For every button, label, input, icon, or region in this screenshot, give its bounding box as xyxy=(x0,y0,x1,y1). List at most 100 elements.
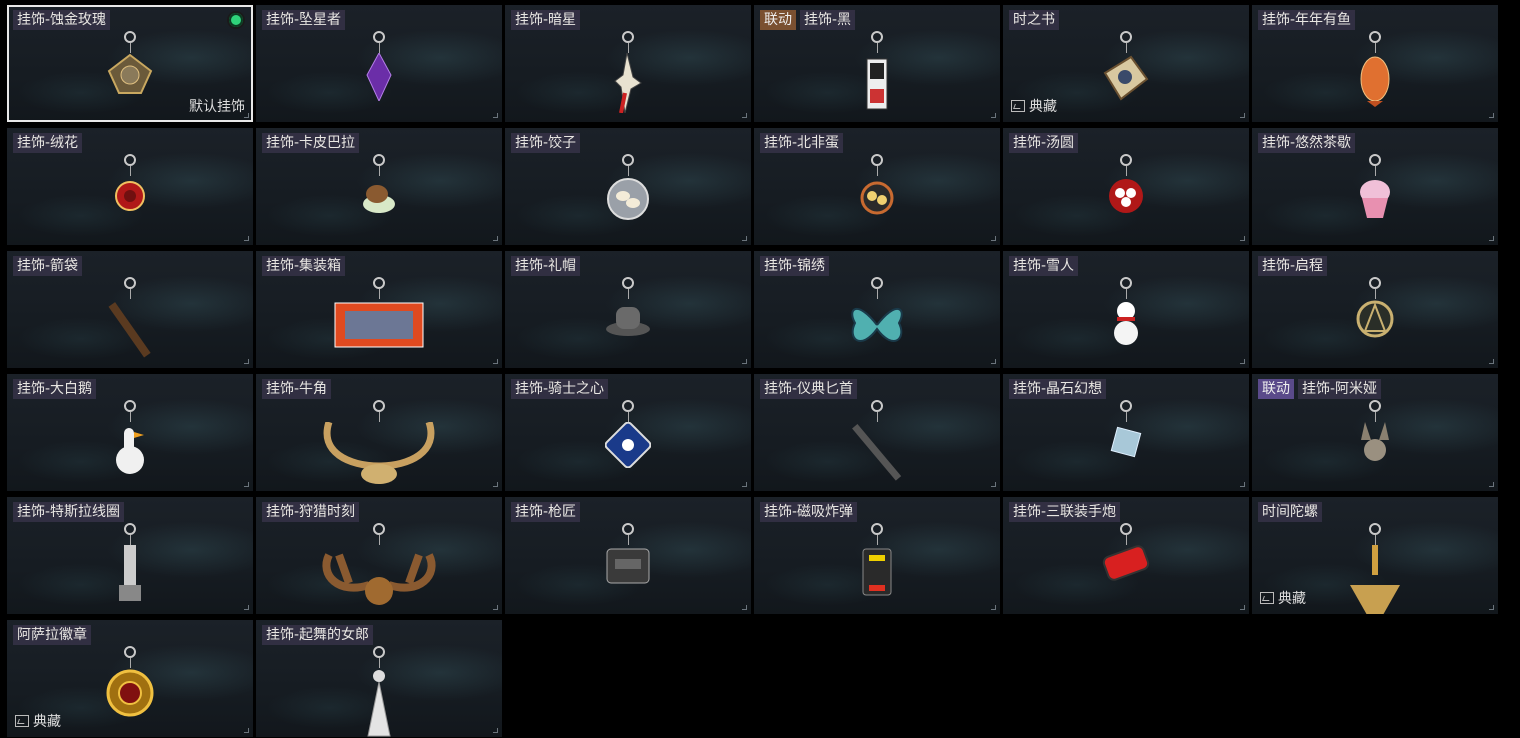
charm-card[interactable]: 挂饰-起舞的女郎 xyxy=(256,620,502,737)
chain-icon xyxy=(628,412,629,422)
chain-icon xyxy=(1126,289,1127,299)
charm-card[interactable]: 挂饰-饺子 xyxy=(505,128,751,245)
charm-name: 挂饰-仪典匕首 xyxy=(760,379,858,399)
charm-card[interactable]: 挂饰-牛角 xyxy=(256,374,502,491)
charm-art xyxy=(1106,422,1146,466)
gun-case-charm-icon xyxy=(593,523,663,603)
key-ring-icon xyxy=(1120,523,1132,535)
chain-icon xyxy=(1126,535,1127,545)
chain-icon xyxy=(1126,166,1127,176)
key-ring-icon xyxy=(373,523,385,535)
charm-card[interactable]: 挂饰-绒花 xyxy=(7,128,253,245)
charm-card[interactable]: 挂饰-磁吸炸弹 xyxy=(754,497,1000,614)
charm-art xyxy=(319,545,439,614)
charm-card[interactable]: 挂饰-暗星 xyxy=(505,5,751,122)
key-ring-icon xyxy=(124,646,136,658)
key-ring-icon xyxy=(124,277,136,289)
charm-art xyxy=(1355,176,1395,224)
charm-card[interactable]: 挂饰-启程 xyxy=(1252,251,1498,368)
charm-card[interactable]: 阿萨拉徽章 典藏 xyxy=(7,620,253,737)
charm-card[interactable]: 挂饰-箭袋 xyxy=(7,251,253,368)
collection-text: 典藏 xyxy=(33,714,61,730)
dark-star-charm-icon xyxy=(593,31,663,114)
charm-name: 挂饰-大白鹅 xyxy=(13,379,97,399)
charm-name: 挂饰-箭袋 xyxy=(13,256,83,276)
charm-title-bar: 联动 挂饰-黑 xyxy=(760,10,856,30)
chain-icon xyxy=(1375,166,1376,176)
crystal-cube-charm-icon xyxy=(1091,400,1161,480)
charm-name: 挂饰-特斯拉线圈 xyxy=(13,502,125,522)
charm-card[interactable]: 挂饰-三联装手炮 xyxy=(1003,497,1249,614)
dumpling-charm-icon xyxy=(593,154,663,234)
charm-name: 挂饰-骑士之心 xyxy=(511,379,609,399)
charm-title-bar: 挂饰-牛角 xyxy=(262,379,332,399)
chain-icon xyxy=(877,289,878,299)
charm-card[interactable]: 挂饰-狩猎时刻 xyxy=(256,497,502,614)
charm-card[interactable]: 挂饰-坠星者 xyxy=(256,5,502,122)
charm-art xyxy=(603,299,653,343)
charm-title-bar: 挂饰-晶石幻想 xyxy=(1009,379,1107,399)
charm-card[interactable]: 挂饰-枪匠 xyxy=(505,497,751,614)
chain-icon xyxy=(130,43,131,53)
charm-card[interactable]: 挂饰-北非蛋 xyxy=(754,128,1000,245)
chain-icon xyxy=(1375,412,1376,422)
charm-art xyxy=(1111,299,1141,351)
key-ring-icon xyxy=(871,154,883,166)
charm-card[interactable]: 挂饰-礼帽 xyxy=(505,251,751,368)
charm-card[interactable]: 挂饰-集装箱 xyxy=(256,251,502,368)
charm-art xyxy=(1106,176,1146,220)
charm-card[interactable]: 联动 挂饰-阿米娅 xyxy=(1252,374,1498,491)
charm-title-bar: 挂饰-狩猎时刻 xyxy=(262,502,360,522)
key-ring-icon xyxy=(124,31,136,43)
charm-name: 挂饰-蚀金玫瑰 xyxy=(13,10,111,30)
chain-icon xyxy=(130,535,131,545)
key-ring-icon xyxy=(871,523,883,535)
charm-name: 挂饰-磁吸炸弹 xyxy=(760,502,858,522)
charm-title-bar: 时间陀螺 xyxy=(1258,502,1322,522)
charm-card[interactable]: 挂饰-大白鹅 xyxy=(7,374,253,491)
charm-card[interactable]: 时之书 典藏 xyxy=(1003,5,1249,122)
charm-card[interactable]: 挂饰-悠然茶歇 xyxy=(1252,128,1498,245)
collection-label: 典藏 xyxy=(1011,96,1057,116)
charm-card[interactable]: 挂饰-仪典匕首 xyxy=(754,374,1000,491)
charm-card[interactable]: 挂饰-锦绣 xyxy=(754,251,1000,368)
charm-title-bar: 挂饰-绒花 xyxy=(13,133,83,153)
charm-title-bar: 挂饰-年年有鱼 xyxy=(1258,10,1356,30)
badge-charm-icon xyxy=(95,646,165,726)
key-ring-icon xyxy=(622,523,634,535)
key-ring-icon xyxy=(622,31,634,43)
spinning-top-charm-icon xyxy=(1340,523,1410,614)
charm-title-bar: 挂饰-卡皮巴拉 xyxy=(262,133,360,153)
charm-card[interactable]: 挂饰-雪人 xyxy=(1003,251,1249,368)
charm-card[interactable]: 挂饰-晶石幻想 xyxy=(1003,374,1249,491)
charm-title-bar: 挂饰-仪典匕首 xyxy=(760,379,858,399)
charm-art xyxy=(319,420,439,490)
collection-icon xyxy=(1011,100,1025,112)
charm-title-bar: 挂饰-磁吸炸弹 xyxy=(760,502,858,522)
charm-art xyxy=(857,545,897,603)
antlers-charm-icon xyxy=(322,523,436,605)
charm-card[interactable]: 挂饰-汤圆 xyxy=(1003,128,1249,245)
charm-name: 挂饰-启程 xyxy=(1258,256,1328,276)
charm-name: 挂饰-汤圆 xyxy=(1009,133,1079,153)
charm-name: 挂饰-北非蛋 xyxy=(760,133,844,153)
charm-card[interactable]: 挂饰-特斯拉线圈 xyxy=(7,497,253,614)
charm-art xyxy=(1348,545,1402,614)
charm-title-bar: 挂饰-北非蛋 xyxy=(760,133,844,153)
charm-name: 挂饰-枪匠 xyxy=(511,502,581,522)
key-ring-icon xyxy=(373,154,385,166)
charm-name: 挂饰-阿米娅 xyxy=(1298,379,1382,399)
charm-card[interactable]: 挂饰-年年有鱼 xyxy=(1252,5,1498,122)
chain-icon xyxy=(628,289,629,299)
charm-title-bar: 挂饰-特斯拉线圈 xyxy=(13,502,125,522)
charm-name: 挂饰-卡皮巴拉 xyxy=(262,133,360,153)
charm-card[interactable]: 挂饰-卡皮巴拉 xyxy=(256,128,502,245)
butterfly-charm-icon xyxy=(842,277,912,357)
charm-name: 挂饰-坠星者 xyxy=(262,10,346,30)
charm-card[interactable]: 联动 挂饰-黑 xyxy=(754,5,1000,122)
cupcake-charm-icon xyxy=(1340,154,1410,234)
charm-card[interactable]: 挂饰-蚀金玫瑰 默认挂饰 xyxy=(7,5,253,122)
charm-title-bar: 挂饰-大白鹅 xyxy=(13,379,97,399)
charm-card[interactable]: 时间陀螺 典藏 xyxy=(1252,497,1498,614)
charm-card[interactable]: 挂饰-骑士之心 xyxy=(505,374,751,491)
